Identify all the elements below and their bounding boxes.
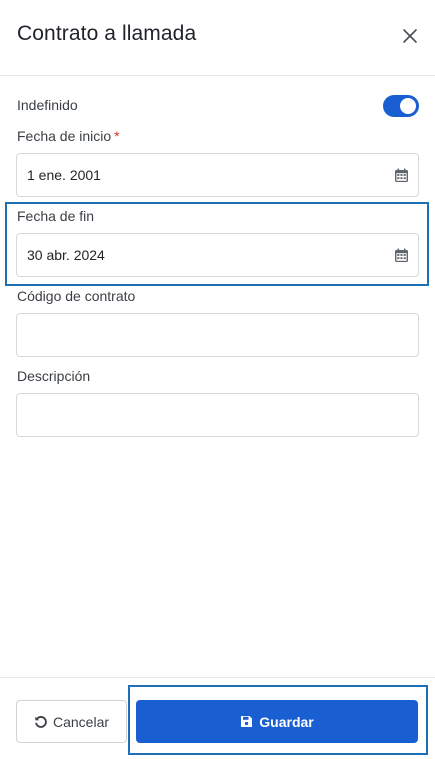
descripcion-input[interactable]	[16, 393, 419, 437]
fecha-fin-calendar-button[interactable]	[394, 248, 409, 263]
calendar-icon	[395, 248, 408, 262]
indefinido-toggle[interactable]	[383, 95, 419, 117]
calendar-icon	[395, 168, 408, 182]
codigo-contrato-label: Código de contrato	[17, 288, 136, 304]
cancel-button[interactable]: Cancelar	[16, 700, 127, 743]
close-button[interactable]	[400, 26, 420, 46]
dialog-footer: Cancelar Guardar	[0, 677, 435, 759]
toggle-knob	[400, 98, 416, 114]
descripcion-label: Descripción	[17, 368, 91, 384]
undo-icon	[35, 715, 47, 728]
indefinido-label: Indefinido	[17, 97, 78, 113]
floppy-disk-icon	[241, 716, 253, 727]
fecha-inicio-label-text: Fecha de inicio	[17, 128, 112, 144]
fecha-inicio-label: Fecha de inicio *	[17, 128, 120, 144]
fecha-inicio-value: 1 ene. 2001	[27, 167, 101, 183]
fecha-fin-value: 30 abr. 2024	[27, 247, 105, 263]
save-button-label: Guardar	[259, 713, 314, 730]
fecha-inicio-input[interactable]: 1 ene. 2001	[16, 153, 419, 197]
fecha-fin-input[interactable]: 30 abr. 2024	[16, 233, 419, 277]
dialog-header: Contrato a llamada	[0, 0, 435, 76]
fecha-fin-label: Fecha de fin	[17, 208, 95, 224]
close-icon	[403, 29, 417, 43]
contract-dialog: Contrato a llamada Indefinido Fecha de i…	[0, 0, 435, 759]
dialog-title: Contrato a llamada	[17, 22, 197, 45]
save-button[interactable]: Guardar	[136, 700, 418, 743]
fecha-inicio-calendar-button[interactable]	[394, 168, 409, 183]
codigo-contrato-input[interactable]	[16, 313, 419, 357]
required-mark: *	[114, 128, 120, 144]
cancel-button-label: Cancelar	[52, 713, 110, 730]
